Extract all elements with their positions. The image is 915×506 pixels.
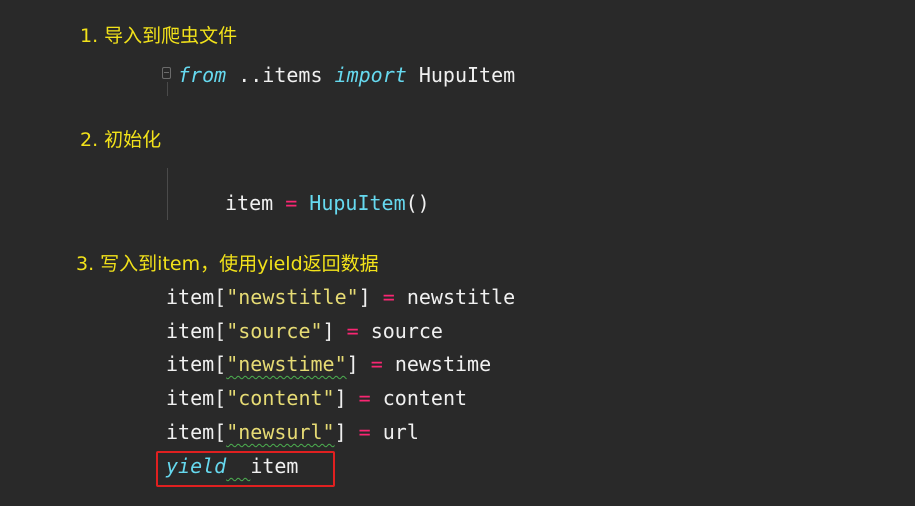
assigned-value: newstitle <box>406 285 516 309</box>
fold-icon[interactable] <box>162 67 171 79</box>
string-key: "newsurl" <box>226 420 335 444</box>
assigned-value: newstime <box>394 352 492 376</box>
assign-operator: = <box>370 285 407 309</box>
indent-guide <box>167 82 168 96</box>
left-bracket: [ <box>214 420 227 444</box>
step3-note: 3. 写入到item，使用yield返回数据 <box>76 253 379 275</box>
assigned-value: url <box>382 420 419 444</box>
import-line[interactable]: from ..items import HupuItem <box>178 62 515 88</box>
right-bracket: ] <box>334 420 347 444</box>
left-bracket: [ <box>214 285 227 309</box>
right-bracket: ] <box>346 352 359 376</box>
item-object: item <box>166 420 215 444</box>
left-bracket: [ <box>214 386 227 410</box>
indent-guide <box>167 168 168 220</box>
assign-operator: = <box>346 386 383 410</box>
item-variable: item <box>225 191 274 215</box>
assign-operator: = <box>358 352 395 376</box>
class-name: HupuItem <box>309 191 406 215</box>
yield-keyword: yield <box>166 454 227 478</box>
right-bracket: ] <box>334 386 347 410</box>
code-line[interactable]: item["newsurl"] = url <box>166 419 419 445</box>
code-line[interactable]: item["content"] = content <box>166 385 467 411</box>
string-key: "content" <box>226 386 335 410</box>
assign-operator: = <box>273 191 310 215</box>
right-bracket: ] <box>322 319 335 343</box>
left-bracket: [ <box>214 319 227 343</box>
item-object: item <box>166 352 215 376</box>
call-parens: () <box>405 191 430 215</box>
yield-gap <box>226 454 250 478</box>
init-line[interactable]: item = HupuItem() <box>225 190 430 216</box>
step2-note: 2. 初始化 <box>80 129 162 151</box>
right-bracket: ] <box>358 285 371 309</box>
left-bracket: [ <box>214 352 227 376</box>
assign-operator: = <box>346 420 383 444</box>
item-object: item <box>166 285 215 309</box>
string-key: "newstitle" <box>226 285 359 309</box>
string-key: "newstime" <box>226 352 347 376</box>
assign-operator: = <box>334 319 371 343</box>
yield-line[interactable]: yield item <box>166 453 298 479</box>
assigned-value: content <box>382 386 468 410</box>
imported-name: HupuItem <box>406 63 516 87</box>
import-keyword: import <box>334 63 407 87</box>
code-line[interactable]: item["newstime"] = newstime <box>166 351 491 377</box>
yield-value: item <box>250 454 299 478</box>
string-key: "source" <box>226 319 323 343</box>
code-line[interactable]: item["newstitle"] = newstitle <box>166 284 515 310</box>
step1-note: 1. 导入到爬虫文件 <box>80 25 238 47</box>
assigned-value: source <box>370 319 443 343</box>
code-line[interactable]: item["source"] = source <box>166 318 443 344</box>
module-path: ..items <box>226 63 335 87</box>
item-object: item <box>166 386 215 410</box>
from-keyword: from <box>178 63 227 87</box>
item-object: item <box>166 319 215 343</box>
